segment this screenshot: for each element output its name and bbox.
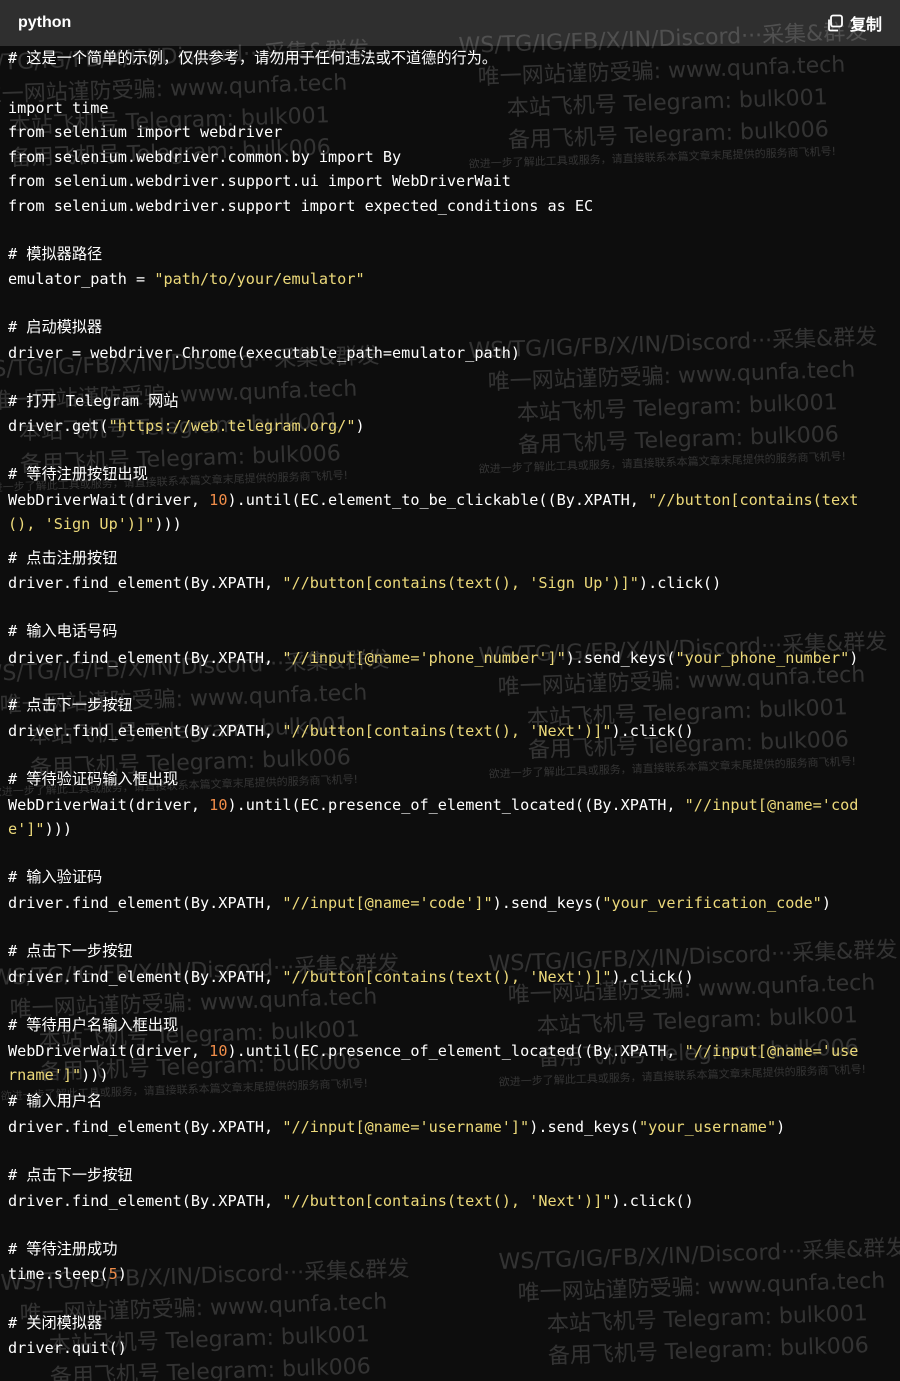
watermark-line: 欲进一步了解此工具或服务，请直接联系本篇文章末尾提供的服务商飞机号! [468,144,837,171]
watermark-line: 欲进一步了解此工具或服务，请直接联系本篇文章末尾提供的服务商飞机号! [488,754,857,781]
watermark-line: WS/TG/IG/FB/X/IN/Discord···采集&群发 [498,1235,900,1275]
code-line: driver.find_element(By.XPATH, "//input[@… [8,1118,786,1136]
copy-icon [826,14,844,32]
code-comment-line: # 等待用户名输入框出现 [8,1016,179,1034]
watermark-line: 唯一网站谨防受骗: www.qunfa.tech [477,52,846,91]
code-line: driver.find_element(By.XPATH, "//button[… [8,968,694,986]
code-line: from selenium.webdriver.support.ui impor… [8,172,511,190]
copy-button[interactable]: 复制 [826,11,882,35]
code-line: driver.quit() [8,1339,127,1357]
code-line: driver.find_element(By.XPATH, "//button[… [8,574,722,592]
code-comment-line: # 启动模拟器 [8,318,103,336]
code-comment-line: # 点击下一步按钮 [8,1166,133,1184]
watermark: WS/TG/IG/FB/X/IN/Discord···采集&群发 唯一网站谨防受… [468,319,882,477]
code-line: driver = webdriver.Chrome(executable_pat… [8,344,521,362]
code-line: from selenium.webdriver.common.by import… [8,148,402,166]
watermark-line: 本站飞机号 Telegram: bulk001 [546,1301,869,1338]
code-line: e']"))) [8,820,73,838]
code-comment-line: # 点击下一步按钮 [8,942,133,960]
code-line: time.sleep(5) [8,1265,127,1283]
watermark-line: 备用飞机号 Telegram: bulk006 [507,117,830,154]
code-line: WebDriverWait(driver, 10).until(EC.prese… [8,1042,859,1060]
watermark-line: 备用飞机号 Telegram: bulk006 [517,422,840,459]
code-line: emulator_path = "path/to/your/emulator" [8,270,365,288]
watermark-line: 欲进一步了解此工具或服务，请直接联系本篇文章末尾提供的服务商飞机号! [478,449,847,476]
code-comment-line: # 等待注册按钮出现 [8,465,148,483]
code-comment-line: # 这是一个简单的示例，仅供参考，请勿用于任何违法或不道德的行为。 [8,49,498,67]
copy-label: 复制 [849,15,882,34]
code-line: driver.find_element(By.XPATH, "//input[@… [8,649,859,667]
watermark-line: 唯一网站谨防受骗: www.qunfa.tech [487,357,856,396]
code-comment-line: # 点击注册按钮 [8,549,118,567]
code-comment-line: # 关闭模拟器 [8,1314,103,1332]
watermark-line: 本站飞机号 Telegram: bulk001 [536,1003,859,1040]
code-line: rname']"))) [8,1066,109,1084]
watermark-line: 欲进一步了解此工具或服务，请直接联系本篇文章末尾提供的服务商飞机号! [498,1062,867,1089]
watermark: WS/TG/IG/FB/X/IN/Discord···采集&群发 唯一网站谨防受… [488,932,900,1090]
code-line: from selenium.webdriver.support import e… [8,197,594,215]
watermark-line: 唯一网站谨防受骗: www.qunfa.tech [517,1268,886,1307]
code-line: driver.find_element(By.XPATH, "//button[… [8,722,694,740]
code-line: (), 'Sign Up')]"))) [8,515,182,533]
watermark-line: 本站飞机号 Telegram: bulk001 [506,85,829,122]
code-comment-line: # 等待验证码输入框出现 [8,770,179,788]
code-comment-line: # 打开 Telegram 网站 [8,392,179,410]
language-label: python [18,14,72,31]
code-line: driver.find_element(By.XPATH, "//button[… [8,1192,694,1210]
watermark-line: 备用飞机号 Telegram: bulk006 [547,1333,870,1370]
code-comment-line: # 点击下一步按钮 [8,696,133,714]
watermark: WS/TG/IG/FB/X/IN/Discord···采集&群发 唯一网站谨防受… [498,1230,900,1372]
code-comment-line: # 模拟器路径 [8,245,103,263]
code-line: driver.find_element(By.XPATH, "//input[@… [8,894,831,912]
code-block-header: python 复制 [0,0,900,46]
code-comment-line: # 输入用户名 [8,1092,103,1110]
code-comment-line: # 输入验证码 [8,868,103,886]
code-line: WebDriverWait(driver, 10).until(EC.prese… [8,796,859,814]
watermark-line: 本站飞机号 Telegram: bulk001 [516,390,839,427]
code-line: import time [8,99,109,117]
code-line: from selenium import webdriver [8,123,283,141]
watermark-line: WS/TG/IG/FB/X/IN/Discord···采集&群发 [468,324,878,364]
code-block: python 复制 WS/TG/IG/FB/X/IN/Discord···采集&… [0,0,900,1381]
code-line: WebDriverWait(driver, 10).until(EC.eleme… [8,491,859,509]
code-comment-line: # 等待注册成功 [8,1240,118,1258]
code-line: driver.get("https://web.telegram.org/") [8,417,365,435]
code-comment-line: # 输入电话号码 [8,622,118,640]
